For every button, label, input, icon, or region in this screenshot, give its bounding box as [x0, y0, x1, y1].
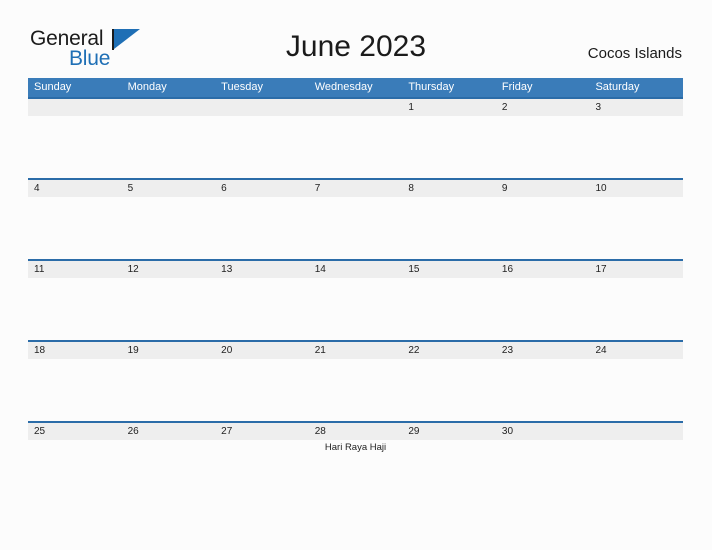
- day-number: 16: [501, 264, 514, 275]
- day-number-band: [589, 99, 684, 116]
- day-number: 9: [501, 183, 508, 194]
- weekday-header-friday: Friday: [501, 81, 533, 93]
- day-number-band: [308, 180, 403, 197]
- day-number: 7: [314, 183, 321, 194]
- day-number-band: [28, 99, 122, 116]
- day-number: 13: [221, 264, 233, 275]
- day-number-band: [495, 99, 590, 116]
- calendar-week-row: 4 5 6 7 8 9 10: [28, 178, 684, 259]
- day-cell-2[interactable]: 2: [495, 99, 590, 178]
- day-number-band: [402, 99, 496, 116]
- day-number: 2: [501, 102, 508, 113]
- weekday-header-thursday: Thursday: [408, 81, 455, 93]
- day-number: 14: [314, 264, 326, 275]
- day-cell-1[interactable]: 1: [402, 99, 496, 178]
- day-cell-18[interactable]: 18: [28, 342, 122, 421]
- weekday-header-wednesday: Wednesday: [314, 81, 373, 93]
- day-number-band: [121, 180, 216, 197]
- day-cell-empty: [121, 99, 216, 178]
- calendar-week-row: 18 19 20 21 22 23 24: [28, 340, 684, 421]
- day-cell-19[interactable]: 19: [121, 342, 216, 421]
- day-cell-empty: [28, 99, 122, 178]
- weekday-header-saturday: Saturday: [595, 81, 640, 93]
- day-number: 24: [595, 345, 607, 356]
- day-number: 22: [408, 345, 420, 356]
- event-label: Hari Raya Haji: [324, 442, 387, 453]
- day-cell-8[interactable]: 8: [402, 180, 496, 259]
- day-number: 28: [314, 426, 326, 437]
- day-cell-15[interactable]: 15: [402, 261, 496, 340]
- weekday-header-tuesday: Tuesday: [221, 81, 263, 93]
- weekday-header-row: Sunday Monday Tuesday Wednesday Thursday Frid…: [28, 78, 683, 97]
- day-number: 15: [408, 264, 420, 275]
- day-number: 25: [34, 426, 46, 437]
- day-number-band: [402, 180, 496, 197]
- day-cell-29[interactable]: 29: [402, 423, 496, 502]
- day-cell-14[interactable]: 14: [308, 261, 403, 340]
- day-number: 4: [34, 183, 40, 194]
- day-number-band: [495, 180, 590, 197]
- day-cell-7[interactable]: 7: [308, 180, 403, 259]
- day-cell-17[interactable]: 17: [589, 261, 684, 340]
- day-number: 5: [127, 183, 134, 194]
- day-cell-20[interactable]: 20: [215, 342, 309, 421]
- day-number: 19: [127, 345, 139, 356]
- weekday-header-sunday: Sunday: [34, 81, 72, 93]
- day-cell-25[interactable]: 25: [28, 423, 122, 502]
- day-cell-10[interactable]: 10: [589, 180, 684, 259]
- day-number: 10: [595, 183, 607, 194]
- day-number: 11: [34, 264, 45, 275]
- day-cell-28[interactable]: 28 Hari Raya Haji: [308, 423, 403, 502]
- day-number: 6: [221, 183, 227, 194]
- day-cell-6[interactable]: 6: [215, 180, 309, 259]
- calendar-week-row: 25 26 27 28 Hari Raya Haji 29 30: [28, 421, 684, 502]
- calendar-page: General Blue June 2023 Cocos Islands Sun…: [0, 0, 712, 550]
- day-cell-22[interactable]: 22: [402, 342, 496, 421]
- day-cell-11[interactable]: 11: [28, 261, 122, 340]
- day-number: 26: [127, 426, 139, 437]
- day-number: 8: [408, 183, 414, 194]
- day-cell-13[interactable]: 13: [215, 261, 309, 340]
- day-cell-empty: [215, 99, 309, 178]
- day-number: 27: [221, 426, 233, 437]
- day-cell-empty: [308, 99, 403, 178]
- day-number: 12: [127, 264, 139, 275]
- day-number: 1: [408, 102, 414, 113]
- calendar-week-row: 11 12 13 14 15 16 17: [28, 259, 684, 340]
- day-number-band: [215, 180, 309, 197]
- day-cell-24[interactable]: 24: [589, 342, 684, 421]
- page-header: General Blue June 2023 Cocos Islands: [0, 0, 712, 76]
- day-number: 29: [408, 426, 420, 437]
- day-number: 21: [314, 345, 326, 356]
- day-cell-30[interactable]: 30: [495, 423, 590, 502]
- day-number: 3: [595, 102, 602, 113]
- day-cell-23[interactable]: 23: [495, 342, 590, 421]
- day-cell-27[interactable]: 27: [215, 423, 309, 502]
- day-number: 17: [595, 264, 607, 275]
- day-cell-21[interactable]: 21: [308, 342, 403, 421]
- day-number-band: [308, 99, 403, 116]
- day-cell-4[interactable]: 4: [28, 180, 122, 259]
- day-number: 20: [221, 345, 233, 356]
- weekday-header-monday: Monday: [127, 81, 167, 93]
- day-number: 30: [501, 426, 514, 437]
- day-number-band: [121, 99, 216, 116]
- day-number-band: [589, 423, 684, 440]
- day-cell-16[interactable]: 16: [495, 261, 590, 340]
- calendar-grid: Sunday Monday Tuesday Wednesday Thursday Frid…: [28, 78, 684, 502]
- day-cell-26[interactable]: 26: [121, 423, 216, 502]
- region-label: Cocos Islands: [587, 45, 682, 62]
- day-cell-empty: [589, 423, 684, 502]
- day-number-band: [28, 180, 122, 197]
- day-number-band: [215, 99, 309, 116]
- calendar-weeks: 1 2 3 4 5 6 7 8 9 10 11 12 13 14 15 16 17 18 19 20 21 22 23 24 2…: [28, 97, 684, 502]
- day-cell-12[interactable]: 12: [121, 261, 216, 340]
- day-cell-5[interactable]: 5: [121, 180, 216, 259]
- day-number: 18: [34, 345, 46, 356]
- calendar-week-row: 1 2 3: [28, 97, 684, 178]
- day-cell-3[interactable]: 3: [589, 99, 684, 178]
- day-events: Hari Raya Haji: [309, 441, 403, 454]
- day-cell-9[interactable]: 9: [495, 180, 590, 259]
- day-number: 23: [501, 345, 514, 356]
